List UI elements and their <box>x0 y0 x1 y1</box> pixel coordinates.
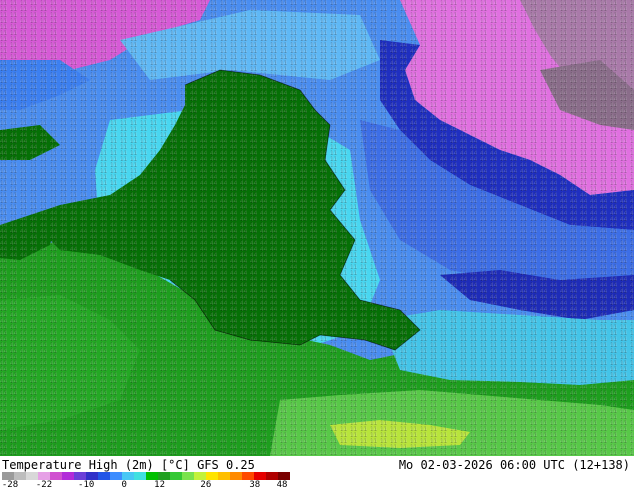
legend-swatch <box>62 472 74 480</box>
legend-swatch <box>182 472 194 480</box>
legend-swatch <box>218 472 230 480</box>
legend-swatch <box>254 472 266 480</box>
legend-swatch <box>26 472 38 480</box>
legend-swatch <box>14 472 26 480</box>
map-canvas: 11 44 <box>0 0 634 456</box>
legend-swatch <box>86 472 98 480</box>
value-label-overlay-light <box>0 0 634 456</box>
legend-swatch <box>206 472 218 480</box>
legend-swatch <box>38 472 50 480</box>
legend-swatch <box>158 472 170 480</box>
legend-tick-label: 26 <box>200 480 212 490</box>
temperature-map: 11 44 <box>0 0 634 456</box>
legend-tick-label: -10 <box>78 480 95 490</box>
legend-swatch <box>242 472 254 480</box>
legend-tick-label: 0 <box>121 480 127 490</box>
legend-swatch <box>278 472 290 480</box>
legend-tick-label: 48 <box>276 480 288 490</box>
valid-time: Mo 02-03-2026 06:00 UTC (12+138) <box>398 458 630 472</box>
legend-tick-label: 12 <box>154 480 166 490</box>
legend-swatch <box>230 472 242 480</box>
legend-swatch <box>110 472 122 480</box>
map-footer: Temperature High (2m) [°C] GFS 0.25 Mo 0… <box>0 456 634 490</box>
legend-swatch <box>122 472 134 480</box>
legend-swatch <box>74 472 86 480</box>
legend-swatch <box>146 472 158 480</box>
legend-swatch <box>194 472 206 480</box>
map-title: Temperature High (2m) [°C] GFS 0.25 <box>2 458 255 472</box>
legend-swatch <box>170 472 182 480</box>
color-legend <box>2 472 290 480</box>
legend-swatch <box>50 472 62 480</box>
legend-swatch <box>134 472 146 480</box>
legend-swatch <box>266 472 278 480</box>
legend-swatch <box>98 472 110 480</box>
legend-tick-label: -22 <box>35 480 53 490</box>
legend-tick-label: 38 <box>249 480 261 490</box>
legend-swatch <box>2 472 14 480</box>
legend-tick-label: -28 <box>1 480 19 490</box>
